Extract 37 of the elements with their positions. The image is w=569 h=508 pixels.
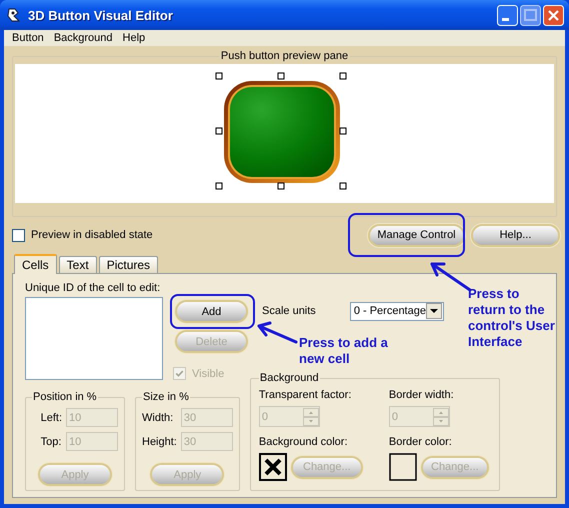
help-button[interactable]: Help... — [471, 224, 560, 246]
menu-item[interactable]: Background — [48, 31, 118, 45]
menu-item[interactable]: Button — [7, 31, 49, 45]
minimize-button[interactable] — [497, 4, 518, 26]
menu-item[interactable]: Help — [118, 31, 150, 45]
tab[interactable]: Text — [58, 256, 97, 273]
cell-list[interactable] — [25, 297, 163, 380]
group-title: Push button preview pane — [220, 50, 350, 62]
field-label: Transparent factor: — [258, 388, 352, 402]
list-label: Unique ID of the cell to edit: — [25, 281, 162, 295]
callout-text: Press to return to the control's User Interface — [468, 286, 556, 350]
scale-units-label: Scale units — [262, 304, 316, 318]
visible-label: Visible — [192, 368, 224, 380]
no-color-swatch-icon — [258, 453, 287, 481]
field-label: Border color: — [388, 435, 453, 449]
field-label: Top: — [40, 434, 62, 448]
maximize-button[interactable] — [520, 4, 541, 26]
tab[interactable]: Pictures — [98, 256, 158, 273]
arrow — [255, 320, 300, 346]
empty-swatch-icon — [388, 453, 417, 481]
group-title: Position in % — [32, 391, 98, 403]
field-label: Left: — [40, 410, 62, 424]
add-button[interactable]: Add — [175, 300, 248, 323]
disabled-preview-label: Preview in disabled state — [31, 229, 153, 241]
close-button[interactable] — [543, 4, 564, 26]
manage-button[interactable]: Manage Control — [368, 224, 465, 246]
field-label: Border width: — [388, 388, 455, 402]
app-icon — [6, 7, 22, 23]
group-title: Background — [258, 372, 320, 384]
field-label: Width: — [142, 410, 174, 424]
group-title: Size in % — [142, 391, 190, 403]
scale-units-dropdown[interactable]: 0 - Percentage — [350, 302, 444, 320]
window-title: 3D Button Visual Editor — [28, 8, 173, 22]
field-label: Height: — [142, 434, 177, 448]
field-label: Background color: — [258, 435, 349, 449]
callout-text: Press to add a new cell — [299, 335, 389, 367]
tab[interactable]: Cells — [14, 254, 57, 274]
